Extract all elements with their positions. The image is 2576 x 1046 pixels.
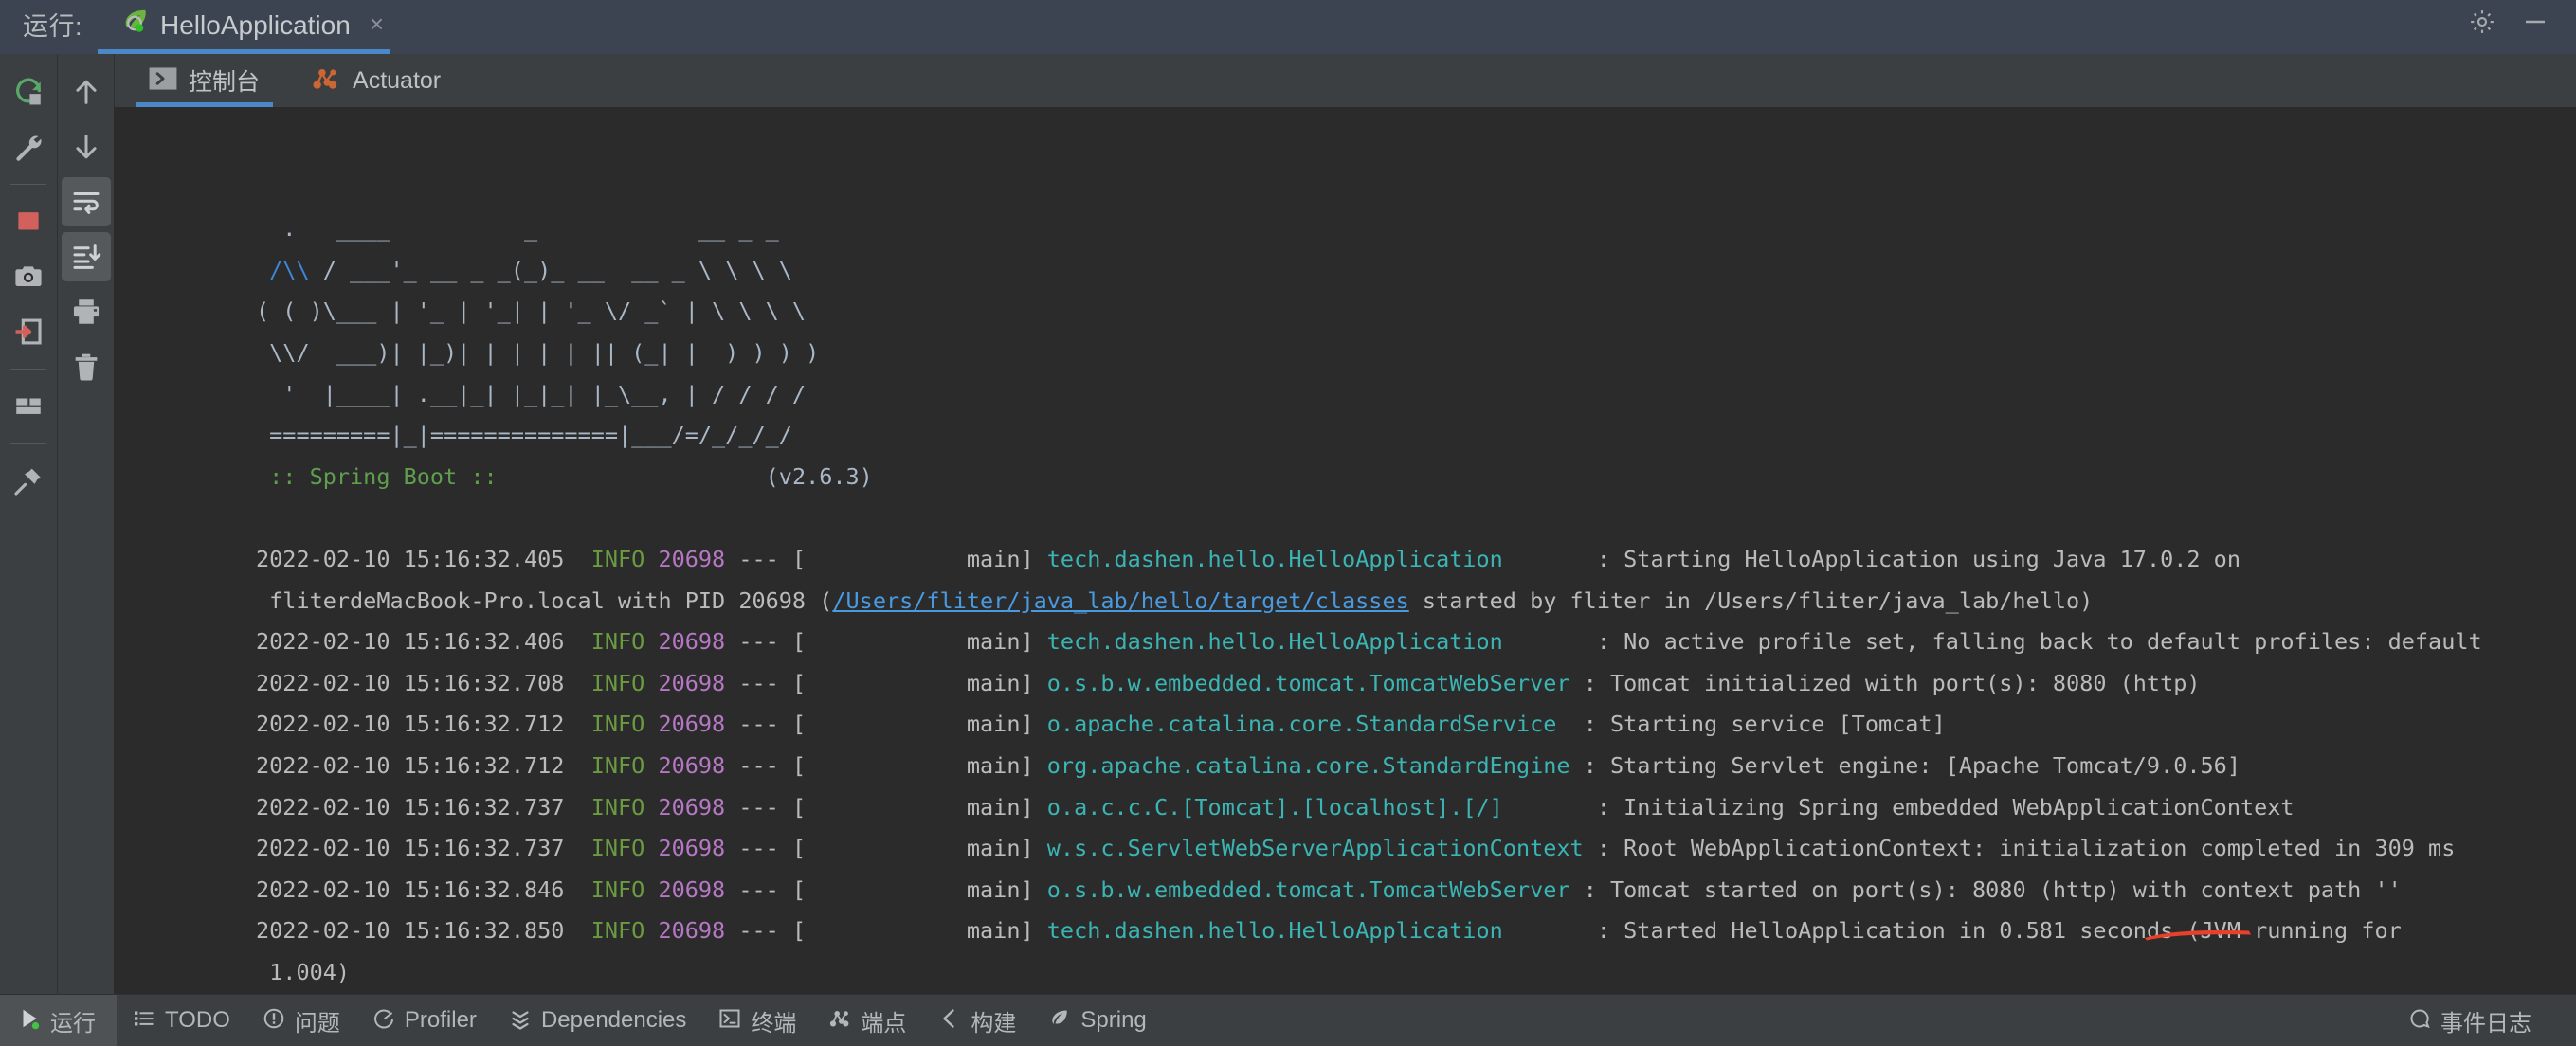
actuator-graph-icon [311, 65, 341, 97]
run-tab-title: HelloApplication [160, 9, 351, 40]
statusbar-item-dependencies[interactable]: Dependencies [493, 995, 702, 1046]
banner-spacer [256, 497, 2576, 539]
tab-actuator-label: Actuator [353, 66, 442, 94]
run-window-body: 控制台 Actuator . ____ _ __ _ _ /\\ / ___'_… [0, 54, 2576, 994]
console-panel: 控制台 Actuator . ____ _ __ _ _ /\\ / ___'_… [114, 54, 2576, 994]
scroll-to-end-icon[interactable] [61, 232, 111, 281]
statusbar-item-profiler[interactable]: Profiler [356, 995, 493, 1046]
todo-list-icon [133, 1007, 155, 1035]
console-log-line: 2022-02-10 15:16:32.712 INFO 20698 --- [… [256, 711, 1946, 738]
terminal-icon [718, 1007, 741, 1035]
console-log-line: 2022-02-10 15:16:32.850 INFO 20698 --- [… [256, 917, 2402, 945]
statusbar-item-label: 端点 [861, 1010, 907, 1037]
banner-line: ' |____| .__|_| |_|_| |_\__, | / / / / [256, 380, 807, 407]
statusbar-item-label: TODO [165, 1007, 230, 1033]
stop-icon[interactable] [4, 197, 53, 246]
arrow-up-icon[interactable] [62, 67, 111, 117]
trash-icon[interactable] [62, 342, 111, 391]
statusbar-event-log[interactable]: 事件日志 [2392, 995, 2548, 1046]
statusbar-item-endpoints[interactable]: 端点 [812, 995, 922, 1046]
rerun-icon[interactable] [4, 67, 53, 117]
print-icon[interactable] [62, 287, 111, 336]
console-log-line: fliterdeMacBook-Pro.local with PID 20698… [256, 586, 2094, 614]
ide-run-window: 运行: HelloApplication × 控制台 Actuator . __… [0, 0, 2576, 1046]
console-text: . ____ _ __ _ _ /\\ / ___'_ __ _ _(_)_ _… [114, 208, 2576, 994]
banner-line: . ____ _ __ _ _ [256, 215, 779, 243]
banner-brand-line: :: Spring Boot :: (v2.6.3) [256, 462, 873, 490]
statusbar-event-log-label: 事件日志 [2440, 1010, 2531, 1037]
statusbar-item-label: Dependencies [540, 1007, 687, 1033]
run-play-icon [17, 1006, 42, 1036]
banner-line: \\/ ___)| |_)| | | | | || (_| | ) ) ) ) [256, 338, 820, 366]
run-actions-toolbar [0, 54, 57, 994]
build-hammer-icon [938, 1007, 961, 1035]
banner-line: ( ( )\___ | '_ | '_| | '_ \/ _` | \ \ \ … [256, 298, 807, 325]
status-bar: 运行 TODO 问题 Profiler Dependencies 终端 端点 构… [0, 994, 2576, 1046]
profiler-icon [372, 1007, 395, 1035]
statusbar-item-label: Spring [1080, 1007, 1147, 1033]
thread-dump-icon[interactable] [4, 307, 53, 356]
console-output[interactable]: . ____ _ __ _ _ /\\ / ___'_ __ _ _(_)_ _… [114, 107, 2576, 994]
tab-console[interactable]: 控制台 [136, 54, 274, 107]
statusbar-item-label: 问题 [294, 1010, 340, 1037]
console-log-line: 2022-02-10 15:16:32.737 INFO 20698 --- [… [256, 835, 2456, 862]
console-log-line: 2022-02-10 15:16:32.708 INFO 20698 --- [… [256, 669, 2201, 696]
statusbar-right: 事件日志 [2392, 995, 2559, 1046]
run-label: 运行: [23, 12, 83, 41]
console-log-line: 2022-02-10 15:16:48.909 INFO 20698 --- [… [256, 993, 2576, 994]
spring-leaf-icon [120, 7, 149, 44]
tab-console-label: 控制台 [189, 69, 261, 96]
console-log-line: 2022-02-10 15:16:32.405 INFO 20698 --- [… [256, 545, 2240, 572]
endpoints-icon [828, 1007, 851, 1035]
banner-line: /\\ / ___'_ __ _ _(_)_ __ __ _ \ \ \ \ [269, 256, 792, 283]
statusbar-item-label: 构建 [971, 1010, 1017, 1037]
camera-icon[interactable] [4, 252, 53, 301]
arrow-down-icon[interactable] [62, 122, 111, 171]
tab-actuator[interactable]: Actuator [298, 54, 454, 107]
gear-icon[interactable] [2468, 8, 2496, 41]
statusbar-item-label: Profiler [404, 1007, 477, 1033]
spring-leaf-icon [1048, 1007, 1071, 1035]
layout-icon[interactable] [4, 382, 53, 431]
console-log-line: 2022-02-10 15:16:32.737 INFO 20698 --- [… [256, 793, 2295, 821]
soft-wrap-icon[interactable] [61, 177, 111, 226]
toolbar-divider-3 [10, 443, 46, 444]
classpath-link: /Users/fliter/java_lab/hello/target/clas… [832, 586, 1409, 614]
console-actions-toolbar [57, 54, 114, 994]
problems-icon [263, 1007, 285, 1035]
console-log-line: 2022-02-10 15:16:32.712 INFO 20698 --- [… [256, 751, 2240, 779]
wrench-icon[interactable] [4, 122, 53, 171]
dependencies-icon [509, 1007, 532, 1035]
statusbar-item-terminal[interactable]: 终端 [702, 995, 812, 1046]
pin-icon[interactable] [4, 457, 53, 506]
title-bar-actions [2468, 8, 2576, 54]
minimize-icon[interactable] [2521, 8, 2549, 41]
statusbar-item-problems[interactable]: 问题 [246, 995, 356, 1046]
console-log-line: 1.004) [256, 958, 351, 985]
console-icon [149, 66, 177, 96]
statusbar-run-label: 运行 [50, 1010, 96, 1037]
close-icon[interactable]: × [370, 11, 384, 39]
console-log-line: 2022-02-10 15:16:32.846 INFO 20698 --- [… [256, 875, 2402, 903]
statusbar-run-button[interactable]: 运行 [0, 994, 117, 1046]
event-log-icon [2408, 1007, 2431, 1035]
title-bar: 运行: HelloApplication × [0, 0, 2576, 54]
run-configuration-tab[interactable]: HelloApplication × [98, 7, 401, 54]
banner-line: =========|_|==============|___/=/_/_/_/ [256, 422, 792, 449]
statusbar-item-build[interactable]: 构建 [922, 995, 1032, 1046]
toolbar-divider [10, 184, 46, 185]
statusbar-item-label: 终端 [751, 1010, 797, 1037]
console-log-line: 2022-02-10 15:16:32.406 INFO 20698 --- [… [256, 628, 2482, 656]
statusbar-item-todo[interactable]: TODO [117, 995, 246, 1046]
console-subtabs: 控制台 Actuator [114, 54, 2576, 107]
statusbar-item-spring[interactable]: Spring [1032, 995, 1162, 1046]
toolbar-divider-2 [10, 369, 46, 370]
